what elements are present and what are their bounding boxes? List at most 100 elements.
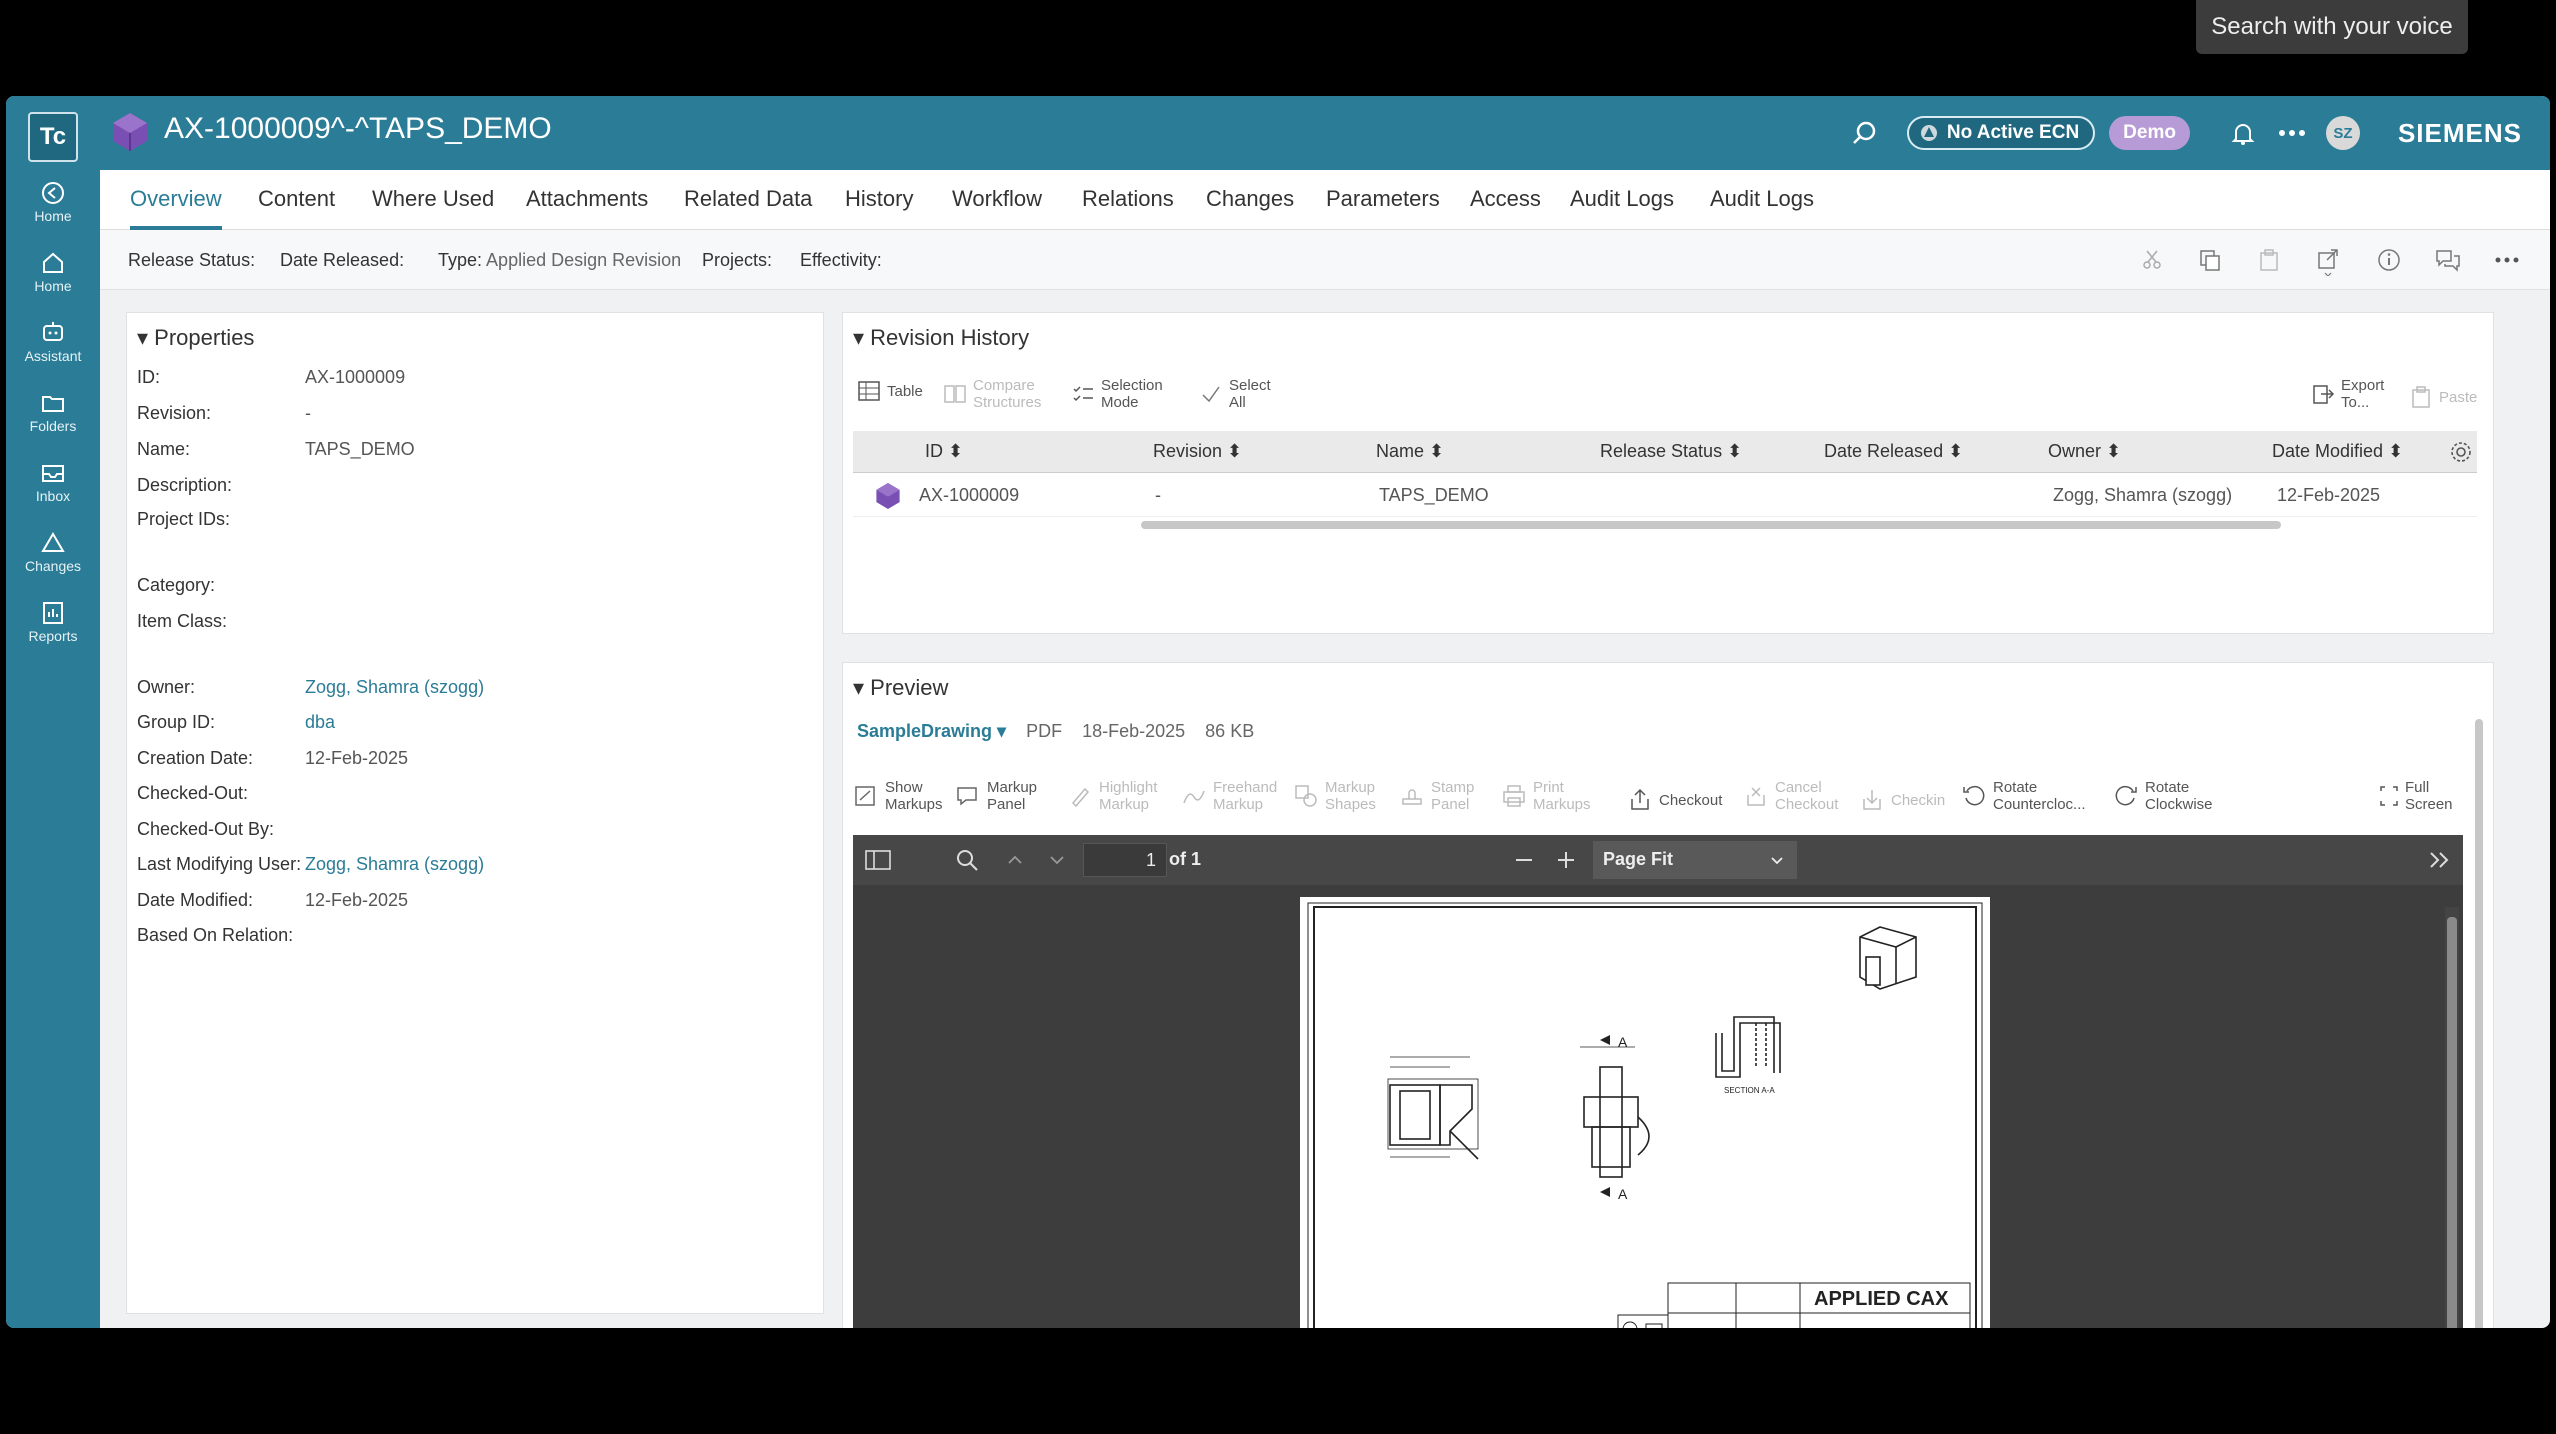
- properties-section-toggle[interactable]: ▾ Properties: [137, 325, 254, 351]
- cancel-checkout-button[interactable]: Cancel Checkout: [1743, 779, 1838, 813]
- table-view-label: Table: [887, 382, 923, 400]
- home-icon: [43, 252, 63, 273]
- no-active-ecn-button[interactable]: No Active ECN: [1906, 116, 2096, 150]
- rotate-clockwise-button[interactable]: Rotate Clockwise: [2113, 779, 2213, 813]
- next-page-icon[interactable]: [1047, 850, 1067, 870]
- demo-badge[interactable]: Demo: [2109, 116, 2190, 150]
- cell-date-modified: 12-Feb-2025: [2277, 485, 2381, 505]
- freehand-markup-button[interactable]: Freehand Markup: [1181, 779, 1277, 813]
- tab-attachments[interactable]: Attachments: [526, 186, 648, 212]
- tab-workflow[interactable]: Workflow: [952, 186, 1042, 212]
- zoom-out-icon[interactable]: [1513, 849, 1535, 871]
- print-markups-button[interactable]: Print Markups: [1501, 779, 1591, 813]
- avatar[interactable]: SZ: [2325, 116, 2360, 150]
- tab-relations[interactable]: Relations: [1082, 186, 1174, 212]
- more-actions-icon[interactable]: [2494, 256, 2520, 264]
- show-markups-button[interactable]: Show Markups: [853, 779, 943, 813]
- column-header-name[interactable]: Name ⬍: [1376, 441, 1444, 462]
- type-info: Type: Applied Design Revision: [438, 250, 681, 271]
- table-view-button[interactable]: Table: [857, 379, 923, 403]
- prop-value-owner-link[interactable]: Zogg, Shamra (szogg): [305, 677, 484, 698]
- tab-where-used[interactable]: Where Used: [372, 186, 494, 212]
- column-settings-icon[interactable]: [2449, 440, 2473, 464]
- stamp-panel-button[interactable]: Stamp Panel: [1399, 779, 1474, 813]
- markup-panel-button[interactable]: Markup Panel: [955, 779, 1037, 813]
- column-header-date-modified-label: Date Modified: [2272, 441, 2384, 461]
- table-horizontal-scrollbar[interactable]: [1141, 521, 2281, 529]
- prop-label-last-modifying-user: Last Modifying User:: [137, 854, 302, 874]
- selection-mode-button[interactable]: Selection Mode: [1071, 377, 1163, 411]
- paste-icon[interactable]: [2257, 248, 2281, 272]
- prop-value-group-link[interactable]: dba: [305, 712, 335, 733]
- selection-mode-icon: [1073, 386, 1093, 402]
- highlight-markup-button[interactable]: Highlight Markup: [1067, 779, 1157, 813]
- zoom-select[interactable]: Page Fit: [1593, 841, 1797, 879]
- sidebar-item-assistant[interactable]: Assistant: [6, 320, 100, 364]
- double-chevron-right-icon[interactable]: [2427, 849, 2453, 871]
- column-header-owner[interactable]: Owner ⬍: [2048, 441, 2121, 462]
- export-to-button[interactable]: Export To...: [2311, 377, 2384, 411]
- tab-content[interactable]: Content: [258, 186, 335, 212]
- sidebar-toggle-icon[interactable]: [865, 849, 891, 871]
- select-all-label-2: All: [1229, 394, 1246, 411]
- rotate-counterclockwise-button[interactable]: Rotate Counterclоc...: [1961, 779, 2086, 813]
- prop-value-last-modifying-user-link[interactable]: Zogg, Shamra (szogg): [305, 854, 484, 875]
- cut-icon[interactable]: [2140, 248, 2164, 272]
- tab-access[interactable]: Access: [1470, 186, 1541, 212]
- sidebar-item-home[interactable]: Home: [6, 250, 100, 294]
- column-header-id[interactable]: ID ⬍: [925, 441, 963, 462]
- tab-related-data[interactable]: Related Data: [684, 186, 812, 212]
- preview-vertical-scrollbar[interactable]: [2475, 719, 2483, 1328]
- tab-audit-logs[interactable]: Audit Logs: [1570, 186, 1674, 212]
- shapes-label-1: Markup: [1325, 779, 1376, 796]
- table-row[interactable]: [853, 473, 2477, 517]
- sidebar-item-home-back[interactable]: Home: [6, 180, 100, 224]
- sidebar-item-inbox[interactable]: Inbox: [6, 460, 100, 504]
- share-icon[interactable]: [2316, 246, 2340, 276]
- column-header-date-released[interactable]: Date Released ⬍: [1824, 441, 1963, 462]
- checkout-button[interactable]: Checkout: [1627, 787, 1722, 813]
- tab-overview[interactable]: Overview: [130, 186, 222, 212]
- viewer-vertical-scrollbar[interactable]: [2445, 907, 2459, 1328]
- sidebar-item-folders[interactable]: Folders: [6, 390, 100, 434]
- select-all-button[interactable]: Select All: [1199, 377, 1271, 411]
- teamcenter-logo[interactable]: Tc: [28, 112, 78, 162]
- paste-button[interactable]: Paste: [2409, 385, 2477, 409]
- markup-shapes-button[interactable]: Markup Shapes: [1293, 779, 1376, 813]
- column-header-date-modified[interactable]: Date Modified ⬍: [2272, 441, 2403, 462]
- discussion-icon[interactable]: [2434, 247, 2462, 273]
- file-selector-dropdown[interactable]: SampleDrawing ▾: [857, 721, 1006, 742]
- checkin-button[interactable]: Checkin: [1859, 787, 1945, 813]
- revision-table-header: ID ⬍ Revision ⬍ Name ⬍ Release Status ⬍ …: [853, 431, 2477, 473]
- paste-label: Paste: [2439, 388, 2478, 406]
- full-screen-button[interactable]: Full Screen: [2379, 779, 2453, 813]
- more-icon[interactable]: [2278, 128, 2306, 138]
- search-icon[interactable]: [1851, 119, 1879, 147]
- zoom-in-icon[interactable]: [1555, 849, 1577, 871]
- preview-section-toggle[interactable]: ▾ Preview: [853, 675, 948, 701]
- previous-page-icon[interactable]: [1005, 850, 1025, 870]
- revision-history-title: Revision History: [870, 325, 1030, 350]
- sidebar-item-reports[interactable]: Reports: [6, 600, 100, 644]
- sidebar-item-changes[interactable]: Changes: [6, 530, 100, 574]
- page-number-input[interactable]: 1: [1083, 843, 1167, 877]
- prop-value-name: TAPS_DEMO: [305, 439, 415, 459]
- prop-label-id: ID:: [137, 367, 161, 387]
- tab-bar: Overview Content Where Used Attachments …: [100, 170, 2550, 230]
- compare-structures-button[interactable]: Compare Structures: [943, 377, 1041, 411]
- bell-icon[interactable]: [2230, 120, 2256, 146]
- viewer-scroll-thumb[interactable]: [2447, 917, 2457, 1328]
- tab-changes[interactable]: Changes: [1206, 186, 1294, 212]
- copy-icon[interactable]: [2198, 248, 2222, 272]
- info-icon[interactable]: [2376, 247, 2402, 273]
- pdf-viewer-canvas[interactable]: A A SECTION A-A APPLIED CAX: [853, 885, 2463, 1328]
- cell-owner-link[interactable]: Zogg, Shamra (szogg): [2053, 485, 2232, 506]
- page-total: of 1: [1169, 849, 1202, 869]
- column-header-release-status[interactable]: Release Status ⬍: [1600, 441, 1742, 462]
- revision-history-section-toggle[interactable]: ▾ Revision History: [853, 325, 1029, 351]
- tab-history[interactable]: History: [845, 186, 913, 212]
- find-icon[interactable]: [955, 848, 979, 872]
- tab-audit-logs-2[interactable]: Audit Logs: [1710, 186, 1814, 212]
- column-header-revision[interactable]: Revision ⬍: [1153, 441, 1242, 462]
- tab-parameters[interactable]: Parameters: [1326, 186, 1440, 212]
